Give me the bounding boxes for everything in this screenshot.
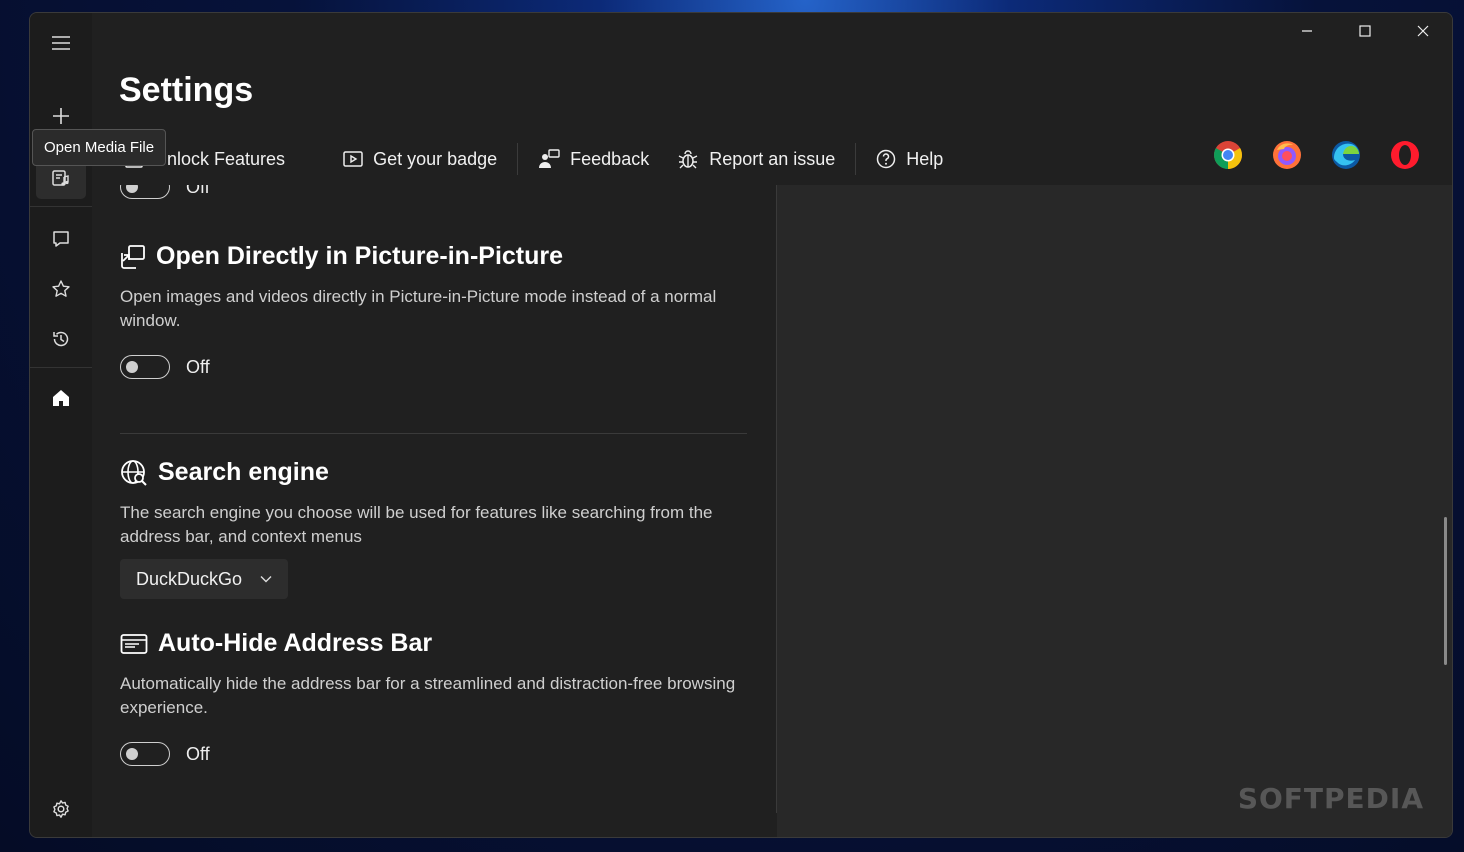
- get-badge-label: Get your badge: [373, 148, 498, 169]
- feedback-label: Feedback: [570, 148, 650, 169]
- hamburger-menu-button[interactable]: [36, 22, 86, 64]
- pip-title: Open Directly in Picture-in-Picture: [156, 242, 564, 270]
- toolbar-divider: [517, 143, 519, 175]
- report-issue-button[interactable]: Report an issue: [663, 139, 849, 179]
- previous-setting-state: Off: [186, 185, 210, 197]
- media-file-icon: [52, 170, 69, 186]
- search-engine-description: The search engine you choose will be use…: [120, 503, 713, 546]
- section-divider: [120, 433, 747, 434]
- window-controls: [1278, 13, 1452, 49]
- report-issue-label: Report an issue: [709, 148, 836, 169]
- preview-pane: [777, 185, 1452, 837]
- page-title: Settings: [119, 71, 254, 109]
- chevron-down-icon: [260, 576, 272, 583]
- pip-setting: Open Directly in Picture-in-Picture Open…: [120, 242, 750, 379]
- chrome-icon[interactable]: [1211, 138, 1245, 172]
- gear-icon: [53, 800, 69, 818]
- address-bar-icon: [120, 633, 148, 654]
- settings-main: Settings Unlock Features Get your badge …: [92, 13, 1452, 837]
- auto-hide-title: Auto-Hide Address Bar: [158, 629, 433, 657]
- auto-hide-description: Automatically hide the address bar for a…: [120, 674, 736, 717]
- search-engine-selected: DuckDuckGo: [136, 568, 243, 589]
- help-button[interactable]: Help: [862, 139, 957, 179]
- vertical-scrollbar[interactable]: [1444, 517, 1447, 665]
- close-icon: [1417, 25, 1429, 37]
- previous-setting-toggle[interactable]: [120, 185, 170, 199]
- settings-list: Off Open Directly in Picture-in-Picture …: [92, 185, 776, 837]
- previous-setting-toggle-row: Off: [120, 185, 750, 199]
- chat-button[interactable]: [36, 218, 86, 260]
- app-window: Settings Unlock Features Get your badge …: [29, 12, 1453, 838]
- picture-in-picture-icon: [121, 244, 145, 269]
- opera-icon[interactable]: [1388, 138, 1422, 172]
- star-icon: [52, 280, 70, 297]
- unlock-features-label: Unlock Features: [154, 148, 286, 169]
- home-icon: [53, 390, 69, 406]
- auto-hide-state: Off: [186, 743, 210, 764]
- search-engine-title: Search engine: [158, 458, 329, 486]
- history-button[interactable]: [36, 318, 86, 360]
- globe-search-icon: [121, 459, 147, 486]
- firefox-icon[interactable]: [1270, 138, 1304, 172]
- settings-button[interactable]: [36, 788, 86, 830]
- toolbar-divider: [855, 143, 857, 175]
- feedback-icon: [539, 149, 560, 168]
- close-button[interactable]: [1394, 13, 1452, 49]
- home-button[interactable]: [36, 377, 86, 419]
- open-media-file-tooltip: Open Media File: [32, 129, 167, 166]
- search-engine-dropdown[interactable]: DuckDuckGo: [120, 559, 289, 599]
- pip-toggle[interactable]: [120, 355, 170, 379]
- edge-icon[interactable]: [1329, 138, 1363, 172]
- favorites-button[interactable]: [36, 268, 86, 310]
- pip-state: Off: [186, 356, 210, 377]
- help-label: Help: [906, 148, 944, 169]
- bug-icon: [678, 150, 698, 169]
- hamburger-menu-icon: [52, 36, 70, 50]
- history-icon: [53, 331, 69, 347]
- minimize-button[interactable]: [1278, 13, 1336, 49]
- pip-description: Open images and videos directly in Pictu…: [120, 287, 717, 330]
- auto-hide-toggle[interactable]: [120, 742, 170, 766]
- get-badge-button[interactable]: Get your badge: [329, 139, 511, 179]
- plus-icon: [53, 108, 69, 124]
- auto-hide-address-bar-setting: Auto-Hide Address Bar Automatically hide…: [120, 629, 750, 766]
- badge-icon: [343, 151, 363, 167]
- chat-icon: [53, 231, 69, 247]
- softpedia-watermark: SOFTPEDIA: [1237, 782, 1424, 815]
- browser-import-icons: [1211, 138, 1422, 172]
- maximize-button[interactable]: [1336, 13, 1394, 49]
- feedback-button[interactable]: Feedback: [524, 139, 663, 179]
- maximize-icon: [1359, 25, 1371, 37]
- search-engine-setting: Search engine The search engine you choo…: [120, 458, 750, 599]
- minimize-icon: [1302, 30, 1312, 32]
- help-icon: [877, 149, 896, 169]
